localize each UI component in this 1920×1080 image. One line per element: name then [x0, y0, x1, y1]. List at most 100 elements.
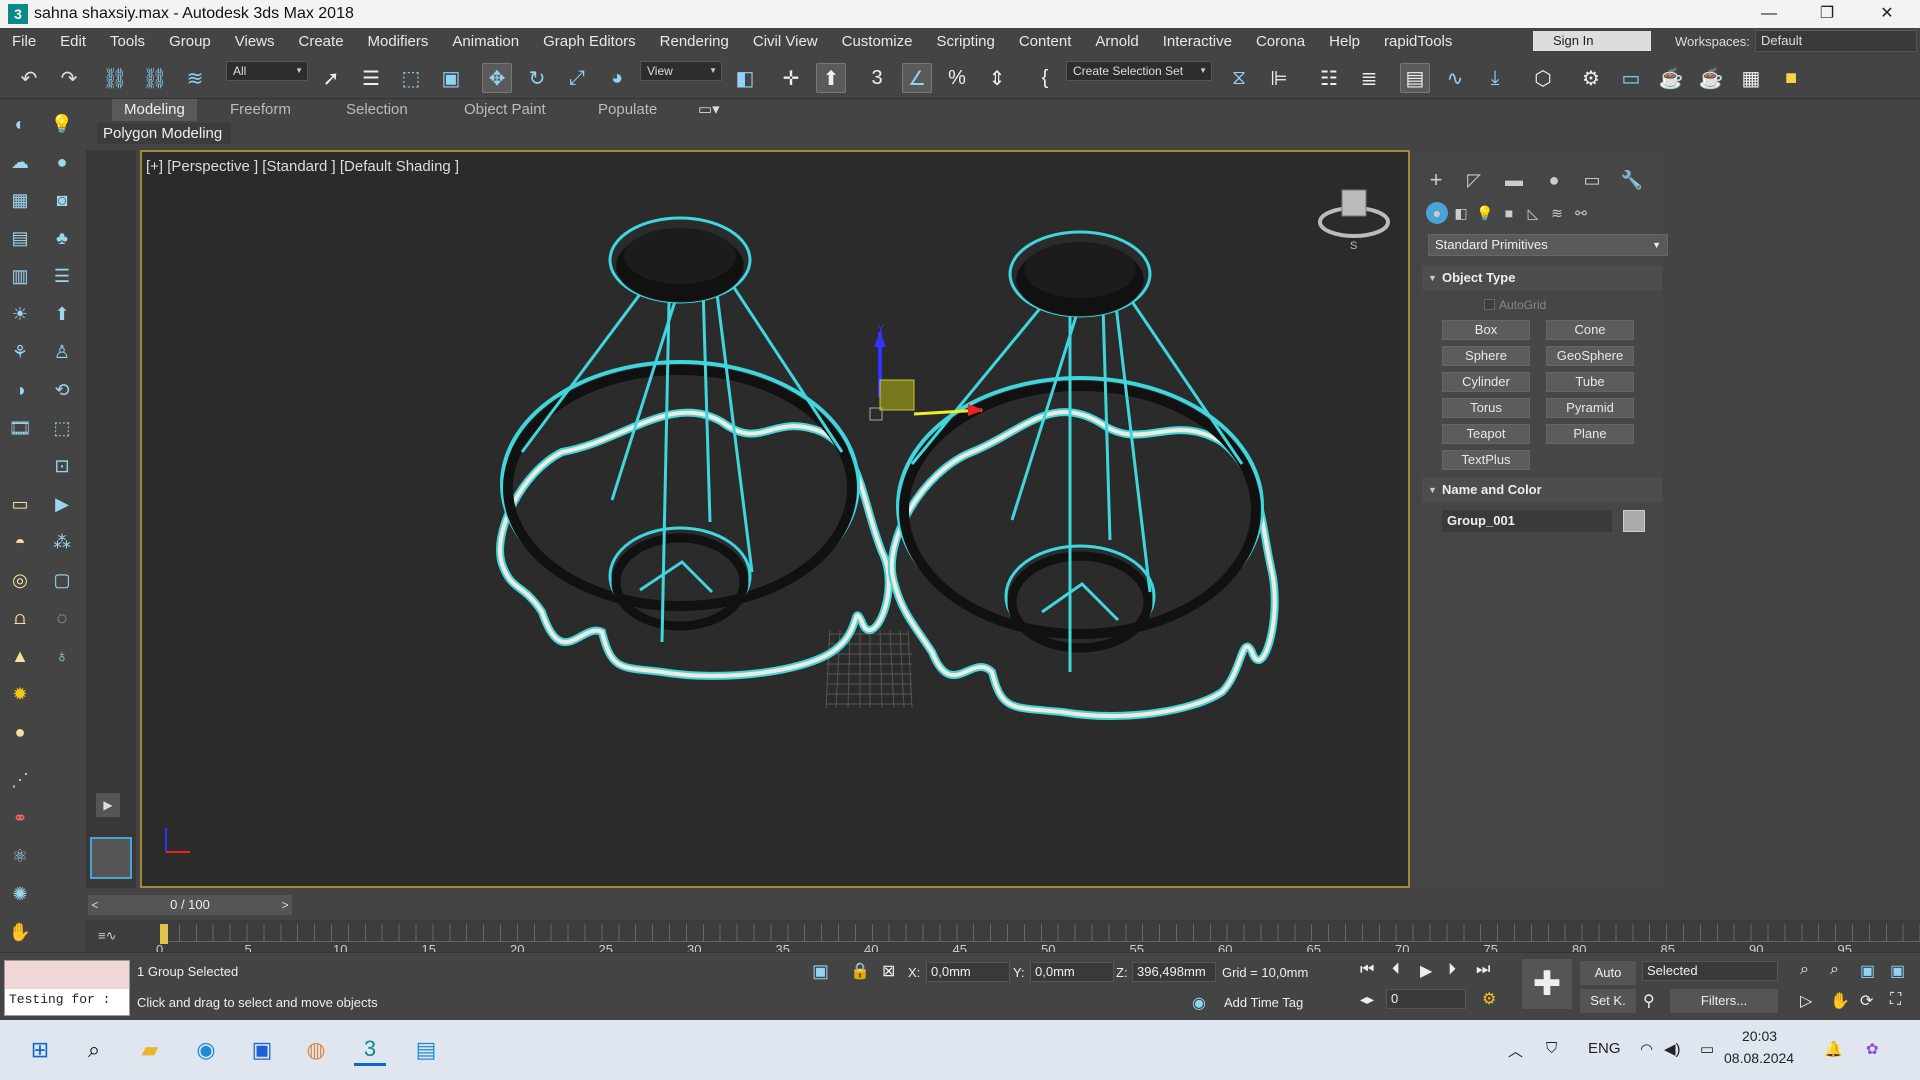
menu-rendering[interactable]: Rendering: [648, 33, 741, 50]
schematic-view-icon[interactable]: ⤓: [1480, 63, 1510, 93]
cylinder-button[interactable]: Cylinder: [1442, 372, 1530, 392]
workspaces-dropdown[interactable]: Default: [1755, 30, 1917, 52]
menu-file[interactable]: File: [0, 33, 48, 50]
menu-scripting[interactable]: Scripting: [924, 33, 1006, 50]
selection-lock-icon[interactable]: 🔒: [850, 961, 870, 981]
film-icon[interactable]: 🎞: [6, 414, 34, 442]
pyramid-button[interactable]: Pyramid: [1546, 398, 1634, 418]
sphere-button[interactable]: Sphere: [1442, 346, 1530, 366]
window-crossing-icon[interactable]: ▣: [436, 63, 466, 93]
menu-corona[interactable]: Corona: [1244, 33, 1317, 50]
geometry-subtab-icon[interactable]: ●: [1426, 202, 1448, 224]
light-icon[interactable]: 💡: [48, 110, 76, 138]
network-icon[interactable]: ⚛: [6, 842, 34, 870]
y-coordinate-field[interactable]: 0,0mm: [1030, 962, 1114, 982]
path-icon[interactable]: ⚘: [6, 338, 34, 366]
image-icon[interactable]: ▦: [6, 186, 34, 214]
render-production-icon[interactable]: ☕: [1656, 63, 1686, 93]
filters-button[interactable]: Filters...: [1670, 989, 1778, 1013]
rapidtools-icon[interactable]: ■: [1776, 63, 1806, 93]
autogrid-checkbox[interactable]: AutoGrid: [1484, 298, 1546, 312]
molecule-icon[interactable]: ⚭: [6, 804, 34, 832]
ribbon-panel-title[interactable]: Polygon Modeling: [97, 123, 231, 144]
tree-icon[interactable]: ♣: [48, 224, 76, 252]
select-place-icon[interactable]: ◕: [602, 63, 632, 93]
angle-snap-icon[interactable]: ∠: [902, 63, 932, 93]
tab-populate[interactable]: Populate: [586, 99, 669, 121]
mirror-icon[interactable]: ⧖: [1224, 63, 1254, 93]
percent-snap-icon[interactable]: %: [942, 63, 972, 93]
next-frame-icon[interactable]: ⏵: [1448, 961, 1456, 979]
language-indicator[interactable]: ENG: [1588, 1040, 1621, 1057]
play-screen-icon[interactable]: ▶: [48, 490, 76, 518]
hierarchy-tab-icon[interactable]: ▬: [1500, 166, 1528, 194]
geosphere-button[interactable]: GeoSphere: [1546, 346, 1634, 366]
tray-overflow-icon[interactable]: ︿: [1508, 1040, 1523, 1061]
cone-button[interactable]: Cone: [1546, 320, 1634, 340]
battery-icon[interactable]: ▭: [1700, 1040, 1714, 1058]
group-icon[interactable]: ⁂: [48, 528, 76, 556]
edit-named-selection-icon[interactable]: {: [1030, 63, 1060, 93]
timeline-track[interactable]: ≡∿ 0 5 10 15 20 25 30 35 40 45 50 55 60 65 70 75 80 85 90 9…: [86, 920, 1920, 957]
motion-tab-icon[interactable]: ●: [1540, 166, 1568, 194]
primitive-category-dropdown[interactable]: Standard Primitives ▼: [1428, 234, 1668, 256]
absolute-mode-icon[interactable]: ⊠: [882, 961, 895, 981]
keyboard-shortcut-override-icon[interactable]: ⬆: [816, 63, 846, 93]
camera-icon[interactable]: ◙: [48, 186, 76, 214]
chrome-icon[interactable]: ◍: [300, 1034, 332, 1066]
sphere-icon[interactable]: ●: [48, 148, 76, 176]
unlink-icon[interactable]: ⛓: [140, 63, 170, 93]
named-selection-sets-dropdown[interactable]: Create Selection Set: [1066, 61, 1212, 81]
menu-civil-view[interactable]: Civil View: [741, 33, 830, 50]
set-key-button[interactable]: Set K.: [1580, 989, 1636, 1013]
create-geometry-icon[interactable]: ◐: [6, 110, 34, 138]
create-tab-icon[interactable]: +: [1422, 166, 1450, 194]
textplus-button[interactable]: TextPlus: [1442, 450, 1530, 470]
perspective-viewport[interactable]: [+] [Perspective ] [Standard ] [Default …: [140, 150, 1410, 888]
menu-tools[interactable]: Tools: [98, 33, 157, 50]
material-editor-icon[interactable]: ⬡: [1528, 63, 1558, 93]
time-cursor[interactable]: [160, 924, 168, 944]
object-color-swatch[interactable]: [1623, 510, 1645, 532]
spinner-snap-icon[interactable]: ⇕: [982, 63, 1012, 93]
previous-frame-icon[interactable]: ⏴: [1392, 961, 1400, 979]
redo-icon[interactable]: ↷: [54, 63, 84, 93]
tab-freeform[interactable]: Freeform: [218, 99, 303, 121]
box-button[interactable]: Box: [1442, 320, 1530, 340]
systems-subtab-icon[interactable]: ⚯: [1570, 202, 1592, 224]
file-explorer-icon[interactable]: ▰: [134, 1034, 166, 1066]
store-icon[interactable]: ▣: [246, 1034, 278, 1066]
copilot-icon[interactable]: ✿: [1866, 1040, 1879, 1058]
volume-icon[interactable]: ◀): [1664, 1040, 1681, 1058]
add-time-tag[interactable]: Add Time Tag: [1224, 995, 1303, 1010]
tube-button[interactable]: Tube: [1546, 372, 1634, 392]
maxscript-listener[interactable]: Testing for :: [4, 960, 130, 1016]
align-icon[interactable]: ⊫: [1264, 63, 1294, 93]
frame-icon[interactable]: ▢: [48, 566, 76, 594]
time-tag-icon[interactable]: ◉: [1192, 993, 1206, 1013]
select-move-icon[interactable]: ✥: [482, 63, 512, 93]
z-coordinate-field[interactable]: 396,498mm: [1132, 962, 1216, 982]
isolate-selection-icon[interactable]: ▣: [812, 961, 829, 982]
modify-tab-icon[interactable]: ◸: [1460, 166, 1488, 194]
play-icon[interactable]: ▶: [1420, 961, 1432, 981]
clock-date[interactable]: 08.08.2024: [1724, 1050, 1794, 1066]
menu-rapidtools[interactable]: rapidTools: [1372, 33, 1464, 50]
utilities-tab-icon[interactable]: 🔧: [1618, 166, 1646, 194]
curve-editor-icon[interactable]: ∿: [1440, 63, 1470, 93]
zoom-all-icon[interactable]: ⌕: [1830, 961, 1839, 979]
snaps-toggle-icon[interactable]: 3: [862, 63, 892, 93]
sun-cloud-icon[interactable]: ☀: [6, 300, 34, 328]
notifications-icon[interactable]: 🔔: [1824, 1040, 1843, 1058]
particles-icon[interactable]: ⋰: [6, 766, 34, 794]
menu-arnold[interactable]: Arnold: [1083, 33, 1150, 50]
menu-graph-editors[interactable]: Graph Editors: [531, 33, 648, 50]
spacewarps-subtab-icon[interactable]: ≋: [1546, 202, 1568, 224]
zoom-icon[interactable]: ⌕: [1800, 961, 1809, 979]
pan-icon[interactable]: ✋: [1830, 991, 1850, 1011]
undo-icon[interactable]: ↶: [14, 63, 44, 93]
orbit-icon[interactable]: ⟳: [1860, 991, 1873, 1011]
select-rotate-icon[interactable]: ↻: [522, 63, 552, 93]
key-mode-icon[interactable]: ◂▸: [1360, 991, 1374, 1008]
tab-selection[interactable]: Selection: [334, 99, 420, 121]
